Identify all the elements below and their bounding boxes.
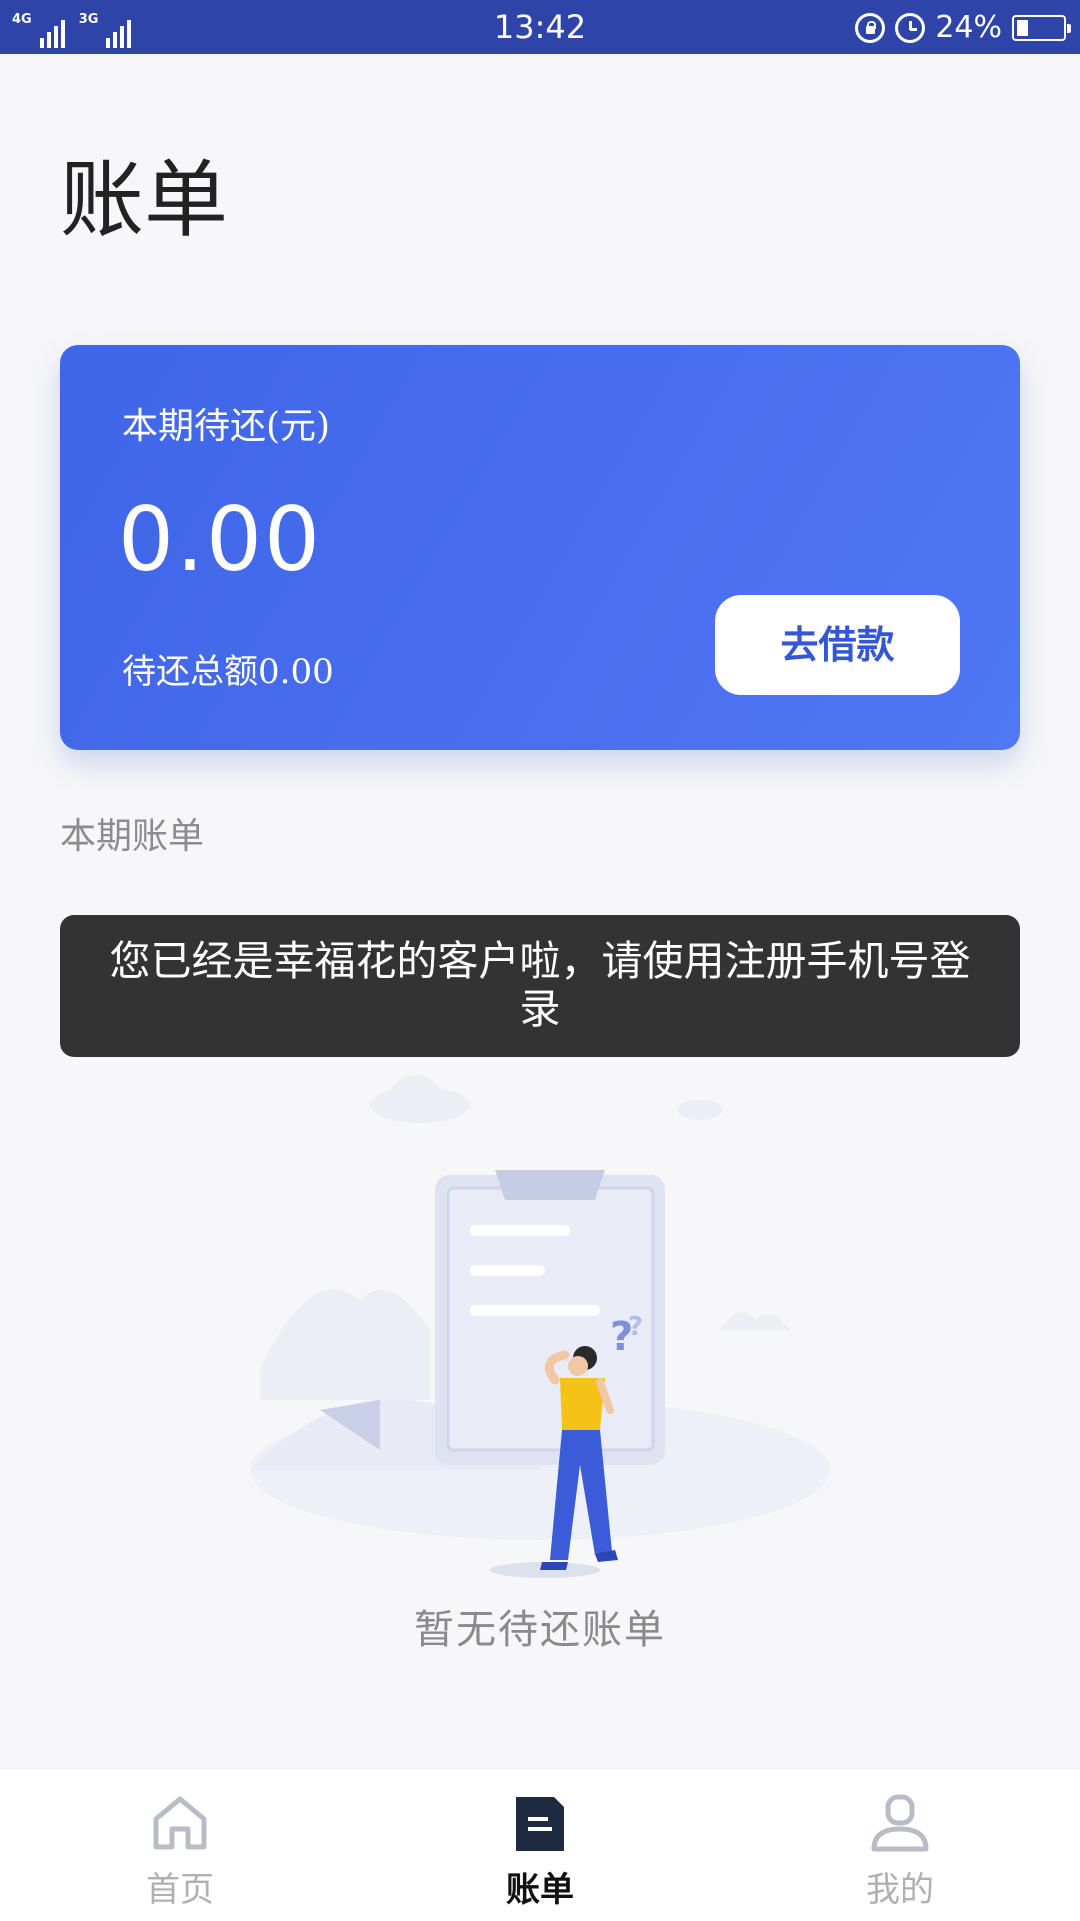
current-due-label: 本期待还(元)	[122, 406, 331, 447]
page-title: 账单	[60, 151, 229, 249]
current-due-amount: 0.00	[118, 488, 322, 591]
svg-text:?: ?	[628, 1312, 643, 1342]
bill-icon	[516, 1797, 564, 1851]
repayment-card: 本期待还(元) 0.00 待还总额0.00 去借款	[60, 345, 1020, 750]
person-with-clipboard-illustration: ? ?	[250, 1075, 830, 1578]
home-icon	[153, 1796, 207, 1850]
profile-icon	[871, 1794, 929, 1852]
tab-bill[interactable]: 账单	[360, 1769, 720, 1921]
battery-percent: 24%	[935, 10, 1002, 45]
tab-profile[interactable]: 我的	[720, 1769, 1080, 1921]
bottom-tab-bar: 首页 账单 我的	[0, 1768, 1080, 1921]
alarm-icon	[895, 13, 926, 43]
tab-home[interactable]: 首页	[0, 1769, 360, 1921]
borrow-button[interactable]: 去借款	[715, 595, 960, 695]
empty-state-text: 暂无待还账单	[414, 1607, 666, 1653]
toast-message: 您已经是幸福花的客户啦，请使用注册手机号登录	[60, 915, 1020, 1057]
tab-profile-label: 我的	[866, 1870, 934, 1910]
lock-rotation-icon	[855, 13, 886, 43]
status-icons: 24%	[855, 8, 1071, 48]
battery-level	[1017, 20, 1028, 36]
tab-home-label: 首页	[146, 1870, 214, 1910]
total-due-text: 待还总额0.00	[122, 652, 334, 692]
status-bar: 4G 3G 13:42 24%	[0, 0, 1080, 54]
tab-bill-label: 账单	[506, 1870, 574, 1910]
section-title: 本期账单	[60, 816, 205, 857]
battery-icon	[1012, 15, 1071, 41]
